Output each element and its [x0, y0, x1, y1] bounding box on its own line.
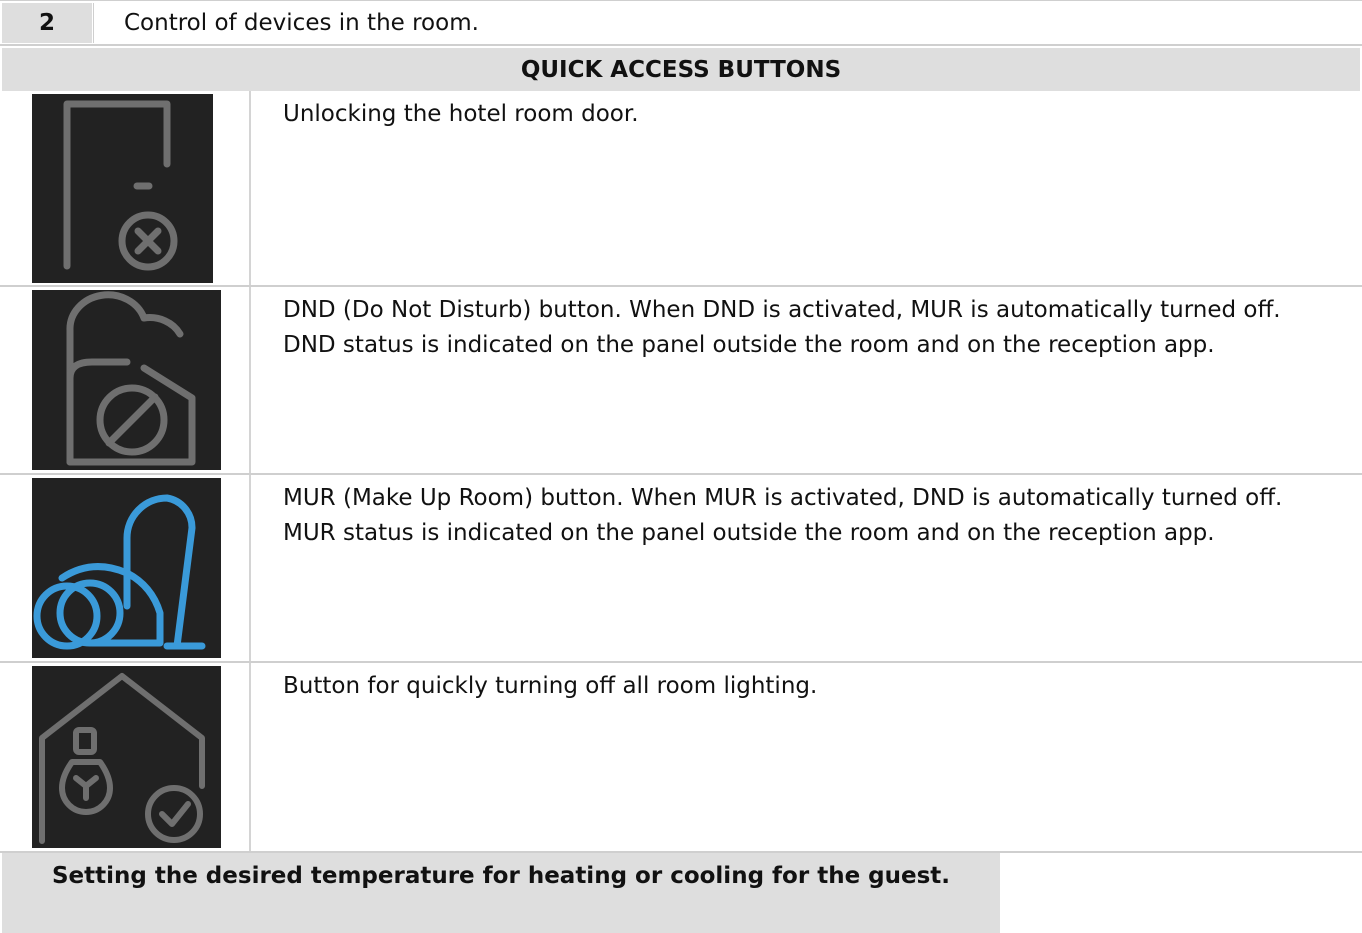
table-row: Unlocking the hotel room door.: [0, 91, 1362, 287]
row-description: MUR (Make Up Room) button. When MUR is a…: [283, 485, 1283, 546]
section-header: QUICK ACCESS BUTTONS: [2, 48, 1360, 91]
icon-cell: [0, 475, 251, 661]
table-row: Button for quickly turning off all room …: [0, 663, 1362, 853]
table-row: MUR (Make Up Room) button. When MUR is a…: [0, 475, 1362, 663]
row-description: DND (Do Not Disturb) button. When DND is…: [283, 297, 1281, 358]
step-row: 2 Control of devices in the room.: [0, 0, 1362, 46]
row-description: Unlocking the hotel room door.: [283, 101, 639, 127]
vacuum-cleaner-icon[interactable]: [32, 478, 221, 658]
door-lock-icon[interactable]: [32, 94, 213, 283]
table-row: DND (Do Not Disturb) button. When DND is…: [0, 287, 1362, 475]
row-description: Button for quickly turning off all room …: [283, 673, 818, 699]
step-number: 2: [2, 3, 92, 43]
icon-cell: [0, 663, 251, 851]
icon-cell: [0, 287, 251, 473]
document-page: 2 Control of devices in the room. QUICK …: [0, 0, 1362, 933]
do-not-disturb-icon[interactable]: [32, 290, 221, 470]
lights-off-icon[interactable]: [32, 666, 221, 848]
icon-cell: [0, 91, 251, 285]
subsection-title: Setting the desired temperature for heat…: [2, 853, 1000, 933]
step-title: Control of devices in the room.: [93, 3, 1360, 43]
